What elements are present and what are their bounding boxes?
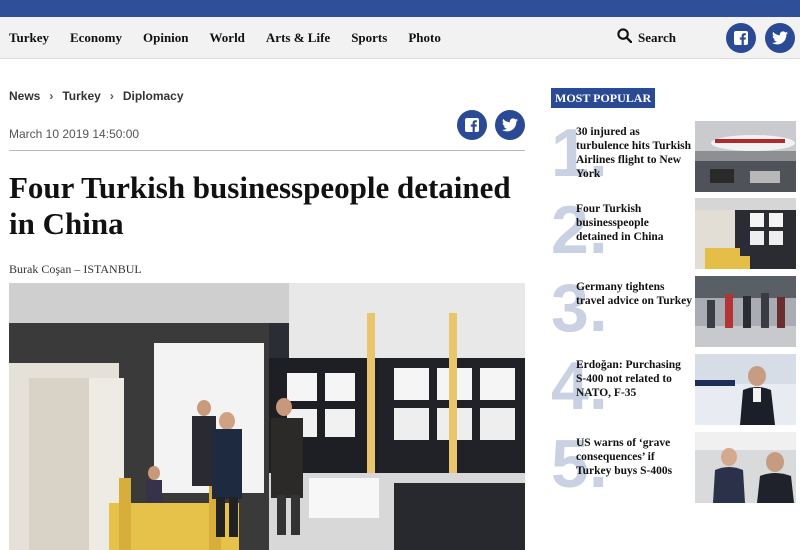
top-brand-bar: [0, 0, 800, 17]
search-label: Search: [638, 30, 677, 45]
chevron-right-icon: ›: [49, 89, 54, 103]
nav-item-opinion[interactable]: Opinion: [143, 30, 189, 46]
nav-item-world[interactable]: World: [210, 30, 245, 46]
popular-item-title[interactable]: Erdoğan: Purchasing S-400 not related to…: [576, 358, 692, 400]
article-date: March 10 2019 14:50:00: [9, 127, 140, 141]
popular-item[interactable]: 4. Erdoğan: Purchasing S-400 not related…: [551, 350, 796, 430]
breadcrumb: News › Turkey › Diplomacy: [9, 89, 184, 103]
divider: [9, 150, 525, 151]
facebook-nav-button[interactable]: [726, 23, 756, 53]
article-byline: Burak Coşan – ISTANBUL: [9, 262, 142, 276]
nav-item-economy[interactable]: Economy: [70, 30, 122, 46]
nav-item-arts-life[interactable]: Arts & Life: [266, 30, 330, 46]
breadcrumb-diplomacy[interactable]: Diplomacy: [123, 89, 184, 103]
nav-item-sports[interactable]: Sports: [351, 30, 387, 46]
article-headline: Four Turkish businesspeople detained in …: [9, 170, 511, 241]
nav-menu: Turkey Economy Opinion World Arts & Life…: [9, 17, 462, 59]
popular-item[interactable]: 2. Four Turkish businesspeople detained …: [551, 194, 796, 274]
nav-item-photo[interactable]: Photo: [408, 30, 441, 46]
popular-item[interactable]: 1. 30 injured as turbulence hits Turkish…: [551, 117, 796, 197]
main-navigation: Turkey Economy Opinion World Arts & Life…: [0, 17, 800, 59]
popular-item-thumbnail[interactable]: [695, 198, 796, 269]
twitter-nav-button[interactable]: [765, 23, 795, 53]
search-icon: [617, 28, 633, 48]
popular-item-title[interactable]: Four Turkish businesspeople detained in …: [576, 202, 692, 244]
popular-item[interactable]: 5. US warns of ‘grave consequences’ if T…: [551, 428, 796, 508]
popular-item[interactable]: 3. Germany tightens travel advice on Tur…: [551, 272, 796, 352]
popular-item-thumbnail[interactable]: [695, 432, 796, 503]
article-hero-image: [9, 283, 525, 550]
popular-item-title[interactable]: 30 injured as turbulence hits Turkish Ai…: [576, 125, 692, 181]
facebook-icon: [464, 117, 480, 133]
popular-item-title[interactable]: US warns of ‘grave consequences’ if Turk…: [576, 436, 692, 478]
nav-item-turkey[interactable]: Turkey: [9, 30, 49, 46]
popular-item-thumbnail[interactable]: [695, 276, 796, 347]
share-facebook-button[interactable]: [457, 110, 487, 140]
facebook-icon: [733, 30, 749, 46]
breadcrumb-news[interactable]: News: [9, 89, 40, 103]
twitter-icon: [502, 118, 518, 132]
popular-item-title[interactable]: Germany tightens travel advice on Turkey: [576, 280, 692, 308]
popular-item-thumbnail[interactable]: [695, 121, 796, 192]
most-popular-heading: MOST POPULAR: [551, 88, 656, 108]
share-twitter-button[interactable]: [495, 110, 525, 140]
chevron-right-icon: ›: [109, 89, 114, 103]
popular-item-thumbnail[interactable]: [695, 354, 796, 425]
search-button[interactable]: Search: [617, 17, 676, 59]
breadcrumb-turkey[interactable]: Turkey: [62, 89, 100, 103]
twitter-icon: [772, 31, 788, 45]
